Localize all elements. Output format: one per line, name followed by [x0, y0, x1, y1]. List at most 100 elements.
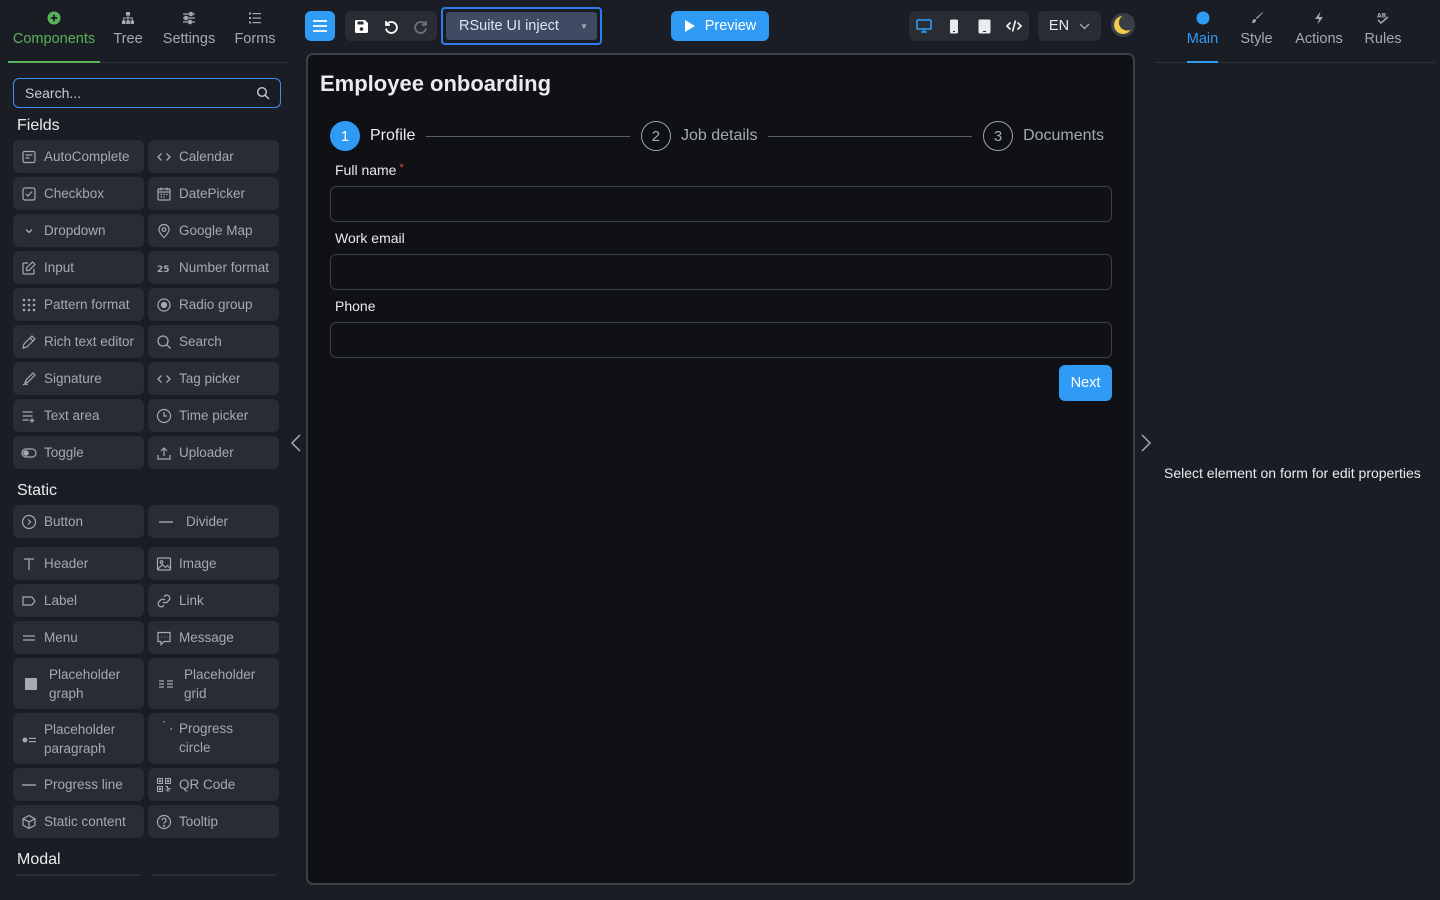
component-static-content[interactable]: Static content	[13, 805, 144, 838]
component-modal-tile[interactable]	[13, 874, 144, 876]
form-selector-value[interactable]: RSuite UI inject ▼	[446, 12, 597, 40]
tab-rules[interactable]: AB Rules	[1364, 0, 1402, 63]
tab-settings-label: Settings	[162, 31, 216, 47]
next-button[interactable]: Next	[1059, 365, 1112, 401]
component-google-map[interactable]: Google Map	[148, 214, 279, 247]
component-modal-tile[interactable]	[148, 874, 279, 876]
code-view-button[interactable]	[999, 11, 1029, 41]
step-profile[interactable]: 1 Profile	[330, 121, 415, 151]
language-selector[interactable]: EN	[1038, 11, 1101, 41]
field-label-text: Phone	[335, 298, 376, 314]
component-divider[interactable]: Divider	[148, 505, 279, 538]
work-email-input[interactable]	[330, 254, 1112, 290]
steps-indicator[interactable]: 1 Profile 2 Job details 3 Documents	[330, 120, 1104, 152]
tab-style[interactable]: Style	[1240, 0, 1273, 63]
static-grid: Button Divider Header Image Label Link M…	[13, 505, 281, 838]
phone-view-button[interactable]	[939, 11, 969, 41]
modal-grid	[13, 874, 281, 876]
section-title-fields: Fields	[17, 117, 60, 134]
component-label: Radio group	[179, 297, 253, 312]
component-input[interactable]: Input	[13, 251, 144, 284]
component-header[interactable]: Header	[13, 547, 144, 580]
component-checkbox[interactable]: Checkbox	[13, 177, 144, 210]
component-dropdown[interactable]: Dropdown	[13, 214, 144, 247]
step-documents[interactable]: 3 Documents	[983, 121, 1104, 151]
heading-icon	[24, 557, 34, 570]
component-label[interactable]: Label	[13, 584, 144, 617]
component-pattern-format[interactable]: Pattern format	[13, 288, 144, 321]
button-icon	[21, 514, 37, 529]
form-title[interactable]: Employee onboarding	[320, 71, 551, 97]
component-rich-text-editor[interactable]: Rich text editor	[13, 325, 144, 358]
preview-button[interactable]: Preview	[671, 11, 769, 41]
component-placeholder-paragraph[interactable]: Placeholder paragraph	[13, 713, 144, 764]
dot-icon	[1196, 11, 1209, 25]
properties-hint: Select element on form for edit properti…	[1164, 465, 1421, 481]
collapse-left-panel-icon[interactable]	[289, 433, 303, 453]
tab-components[interactable]: Components	[8, 0, 100, 63]
tab-forms[interactable]: Forms	[222, 0, 288, 63]
component-tooltip[interactable]: Tooltip	[148, 805, 279, 838]
tab-actions[interactable]: Actions	[1295, 0, 1343, 63]
work-email-field: Work email	[330, 230, 1112, 290]
component-qr-code[interactable]: QR Code	[148, 768, 279, 801]
component-radio-group[interactable]: Radio group	[148, 288, 279, 321]
redo-button[interactable]	[406, 11, 436, 41]
svg-text:25: 25	[157, 265, 170, 275]
component-image[interactable]: Image	[148, 547, 279, 580]
phone-label: Phone	[330, 298, 1112, 322]
component-button[interactable]: Button	[13, 505, 144, 538]
tablet-icon	[978, 19, 990, 33]
component-label-text: Label	[44, 593, 78, 608]
collapse-right-panel-icon[interactable]	[1139, 433, 1153, 453]
component-placeholder-grid[interactable]: Placeholder grid	[148, 658, 279, 709]
component-toggle[interactable]: Toggle	[13, 436, 144, 469]
component-label: Static content	[44, 814, 126, 829]
component-search-input[interactable]	[14, 79, 256, 107]
component-menu[interactable]: Menu	[13, 621, 144, 654]
redo-icon	[414, 21, 427, 34]
tablet-view-button[interactable]	[969, 11, 999, 41]
component-progress-line[interactable]: Progress line	[13, 768, 144, 801]
theme-toggle[interactable]	[1111, 13, 1135, 37]
section-title-modal: Modal	[17, 851, 61, 868]
component-time-picker[interactable]: Time picker	[148, 399, 279, 432]
component-message[interactable]: Message	[148, 621, 279, 654]
phone-input[interactable]	[330, 322, 1112, 358]
component-tag-picker[interactable]: Tag picker	[148, 362, 279, 395]
search-icon[interactable]	[256, 86, 270, 100]
hamburger-menu-button[interactable]	[305, 11, 335, 41]
form-canvas[interactable]: Employee onboarding 1 Profile 2 Job deta…	[306, 53, 1135, 885]
component-placeholder-graph[interactable]: Placeholder graph	[13, 658, 144, 709]
tab-settings[interactable]: Settings	[156, 0, 222, 63]
undo-icon	[385, 21, 398, 34]
component-search[interactable]: Search	[148, 325, 279, 358]
tab-tree[interactable]: Tree	[100, 0, 156, 63]
tab-main[interactable]: Main	[1187, 0, 1218, 63]
component-progress-circle[interactable]: Progress circle	[148, 713, 279, 764]
left-tab-bar: Components Tree Settings Forms	[8, 0, 288, 63]
upload-icon	[157, 446, 171, 460]
work-email-label: Work email	[330, 230, 1112, 254]
undo-button[interactable]	[376, 11, 406, 41]
sliders-icon	[183, 11, 195, 25]
component-label: Input	[44, 260, 75, 275]
component-label: Toggle	[44, 445, 84, 460]
component-calendar[interactable]: Calendar	[148, 140, 279, 173]
component-autocomplete[interactable]: AutoComplete	[13, 140, 144, 173]
step-job-details[interactable]: 2 Job details	[640, 121, 757, 151]
component-text-area[interactable]: Text area	[13, 399, 144, 432]
desktop-view-button[interactable]	[909, 11, 939, 41]
form-selector[interactable]: RSuite UI inject ▼	[441, 7, 602, 45]
full-name-input[interactable]	[330, 186, 1112, 222]
component-datepicker[interactable]: DatePicker	[148, 177, 279, 210]
save-button[interactable]	[346, 11, 376, 41]
component-signature[interactable]: Signature	[13, 362, 144, 395]
component-number-format[interactable]: 25 Number format	[148, 251, 279, 284]
component-label: DatePicker	[179, 186, 246, 201]
component-uploader[interactable]: Uploader	[148, 436, 279, 469]
component-link[interactable]: Link	[148, 584, 279, 617]
component-list[interactable]: Fields AutoComplete Calendar Checkbox Da…	[13, 110, 281, 876]
desktop-icon	[916, 19, 932, 33]
hamburger-icon	[313, 20, 327, 32]
